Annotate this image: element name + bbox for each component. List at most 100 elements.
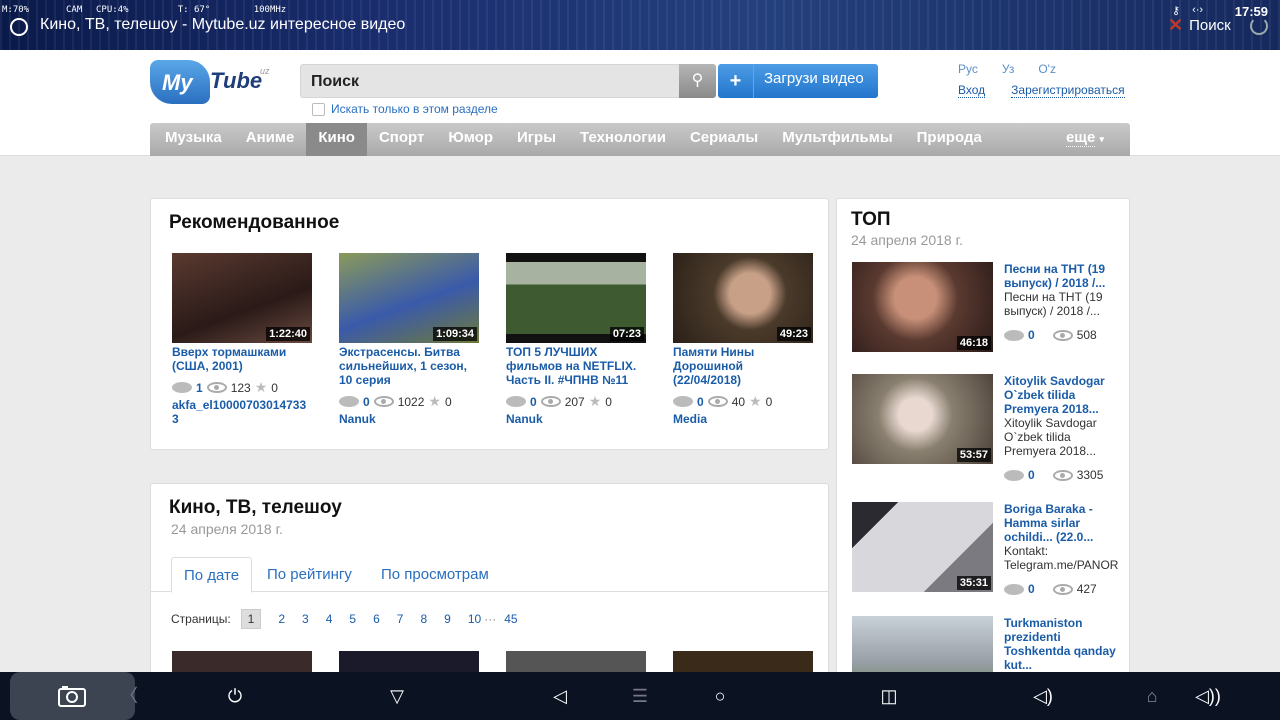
video-thumbnail[interactable]: 1:22:40 (172, 253, 312, 343)
page-link[interactable]: 2 (278, 612, 285, 626)
site-header: My Tube uz Поиск ⚲ + Загрузи видео Искат… (0, 50, 1280, 156)
video-title[interactable]: Экстрасенсы. Битва сильнейших, 1 сезон, … (339, 345, 479, 387)
tab-by-rating[interactable]: По рейтингу (255, 557, 364, 593)
search-button[interactable]: ⚲ (679, 64, 716, 98)
video-title[interactable]: Вверх тормашками (США, 2001) (172, 345, 312, 373)
video-thumbnail[interactable] (852, 616, 993, 672)
register-link[interactable]: Зарегистрироваться (1011, 83, 1125, 98)
page-link-last[interactable]: 45 (504, 612, 517, 626)
comment-count[interactable]: 1 (196, 381, 203, 395)
video-author[interactable]: Nanuk (339, 412, 479, 426)
video-card[interactable]: 1:09:34 Экстрасенсы. Битва сильнейших, 1… (339, 253, 479, 426)
video-duration: 46:18 (956, 336, 991, 350)
comment-count[interactable]: 0 (1028, 468, 1035, 482)
lang-uz-cyrillic[interactable]: Уз (1002, 62, 1014, 76)
nav-item-nature[interactable]: Природа (905, 123, 994, 156)
refresh-icon[interactable] (1250, 17, 1268, 35)
video-thumbnail[interactable] (506, 651, 646, 672)
video-author[interactable]: Media (673, 412, 813, 426)
video-card[interactable]: 1:22:40 Вверх тормашками (США, 2001) 1 1… (172, 253, 312, 426)
home-icon[interactable]: ○ (705, 682, 735, 710)
nav-item-humor[interactable]: Юмор (436, 123, 505, 156)
tab-by-views[interactable]: По просмотрам (369, 557, 501, 593)
volume-down-icon[interactable]: ◁) (1028, 682, 1058, 710)
video-title[interactable]: Песни на ТНТ (19 выпуск) / 2018 /... (1004, 262, 1120, 290)
video-thumbnail[interactable] (172, 651, 312, 672)
site-logo[interactable]: My Tube uz (150, 60, 270, 104)
search-section-only[interactable]: Искать только в этом разделе (312, 102, 498, 116)
nav-item-sport[interactable]: Спорт (367, 123, 436, 156)
nav-item-series[interactable]: Сериалы (678, 123, 770, 156)
comment-count[interactable]: 0 (697, 395, 704, 409)
app-icon[interactable] (10, 18, 28, 36)
comment-count[interactable]: 0 (530, 395, 537, 409)
video-title[interactable]: Turkmaniston prezidenti Toshkentda qanda… (1004, 616, 1120, 672)
video-card[interactable]: 07:23 ТОП 5 ЛУЧШИХ фильмов на NETFLIX. Ч… (506, 253, 646, 426)
comment-count[interactable]: 0 (363, 395, 370, 409)
page-link[interactable]: 5 (349, 612, 356, 626)
page-link[interactable]: 6 (373, 612, 380, 626)
search-input[interactable]: Поиск (300, 64, 680, 98)
plus-icon: + (718, 64, 754, 98)
page-current[interactable]: 1 (240, 609, 262, 629)
menu-icon[interactable]: ☰ (625, 682, 655, 710)
video-thumbnail[interactable]: 1:09:34 (339, 253, 479, 343)
upload-video-button[interactable]: + Загрузи видео (718, 64, 878, 98)
browser-search-button[interactable]: ✕ Поиск (1168, 15, 1231, 36)
volume-up-icon[interactable]: ◁)) (1193, 682, 1223, 710)
video-author[interactable]: akfa_el10000703014733 3 (172, 398, 312, 426)
screenshot-icon[interactable] (57, 682, 87, 710)
video-title[interactable]: Памяти Нины Дорошиной (22/04/2018) (673, 345, 813, 387)
power-icon[interactable]: ⏻ (220, 682, 250, 710)
view-count: 3305 (1076, 468, 1104, 482)
login-link[interactable]: Вход (958, 83, 986, 98)
nav-item-games[interactable]: Игры (505, 123, 568, 156)
eye-icon (707, 396, 728, 407)
tab-by-date[interactable]: По дате (171, 557, 253, 593)
kino-panel: Кино, ТВ, телешоу 24 апреля 2018 г. По д… (150, 483, 829, 672)
page-link[interactable]: 7 (397, 612, 404, 626)
video-title[interactable]: ТОП 5 ЛУЧШИХ фильмов на NETFLIX. Часть I… (506, 345, 646, 387)
video-thumbnail[interactable] (339, 651, 479, 672)
section-only-checkbox[interactable] (312, 102, 325, 116)
top-panel: ТОП 24 апреля 2018 г. 46:18 Песни на ТНТ… (836, 198, 1130, 672)
nav-item-tech[interactable]: Технологии (568, 123, 678, 156)
comment-count[interactable]: 0 (1028, 328, 1035, 342)
page-link[interactable]: 4 (326, 612, 333, 626)
category-nav: Музыка Аниме Кино Спорт Юмор Игры Технол… (150, 123, 1130, 156)
chevron-down-icon: ▾ (1099, 134, 1104, 144)
page-link[interactable]: 10 (468, 612, 481, 626)
comment-count[interactable]: 0 (1028, 582, 1035, 596)
recommended-panel: Рекомендованное 1:22:40 Вверх тормашками… (150, 198, 829, 450)
lang-uz-latin[interactable]: O'z (1038, 62, 1056, 76)
video-thumbnail[interactable]: 35:31 (852, 502, 993, 592)
lang-ru[interactable]: Рус (958, 62, 978, 76)
nav-item-music[interactable]: Музыка (150, 123, 234, 156)
close-icon[interactable]: ✕ (1168, 15, 1183, 36)
video-title[interactable]: Xitoylik Savdogar O`zbek tilida Premyera… (1004, 374, 1120, 416)
nav-more-label: еще (1065, 129, 1096, 147)
nav-item-anime[interactable]: Аниме (234, 123, 307, 156)
video-author[interactable]: Nanuk (506, 412, 646, 426)
video-title[interactable]: Boriga Baraka - Hamma sirlar ochildi... … (1004, 502, 1120, 544)
recents-icon[interactable]: ◫ (874, 682, 904, 710)
video-thumbnail[interactable]: 49:23 (673, 253, 813, 343)
video-thumbnail[interactable] (673, 651, 813, 672)
page-link[interactable]: 9 (444, 612, 451, 626)
nav-more-dropdown[interactable]: еще ▾ (1054, 123, 1130, 156)
video-card[interactable]: 49:23 Памяти Нины Дорошиной (22/04/2018)… (673, 253, 813, 426)
video-thumbnail[interactable]: 07:23 (506, 253, 646, 343)
down-triangle-icon[interactable]: ▽ (382, 682, 412, 710)
video-thumbnail[interactable]: 53:57 (852, 374, 993, 464)
back-icon[interactable]: ◁ (545, 682, 575, 710)
star-icon: ★ (428, 393, 441, 409)
video-thumbnail[interactable]: 46:18 (852, 262, 993, 352)
nav-item-kino[interactable]: Кино (306, 123, 367, 156)
house-icon[interactable]: ⌂ (1137, 682, 1167, 710)
page-link[interactable]: 3 (302, 612, 309, 626)
back-chevron-icon[interactable]: 〈 (114, 682, 144, 710)
top-item-info: Turkmaniston prezidenti Toshkentda qanda… (1004, 616, 1120, 672)
nav-item-cartoons[interactable]: Мультфильмы (770, 123, 904, 156)
video-description: Песни на ТНТ (19 выпуск) / 2018 /... (1004, 290, 1103, 318)
page-link[interactable]: 8 (420, 612, 427, 626)
